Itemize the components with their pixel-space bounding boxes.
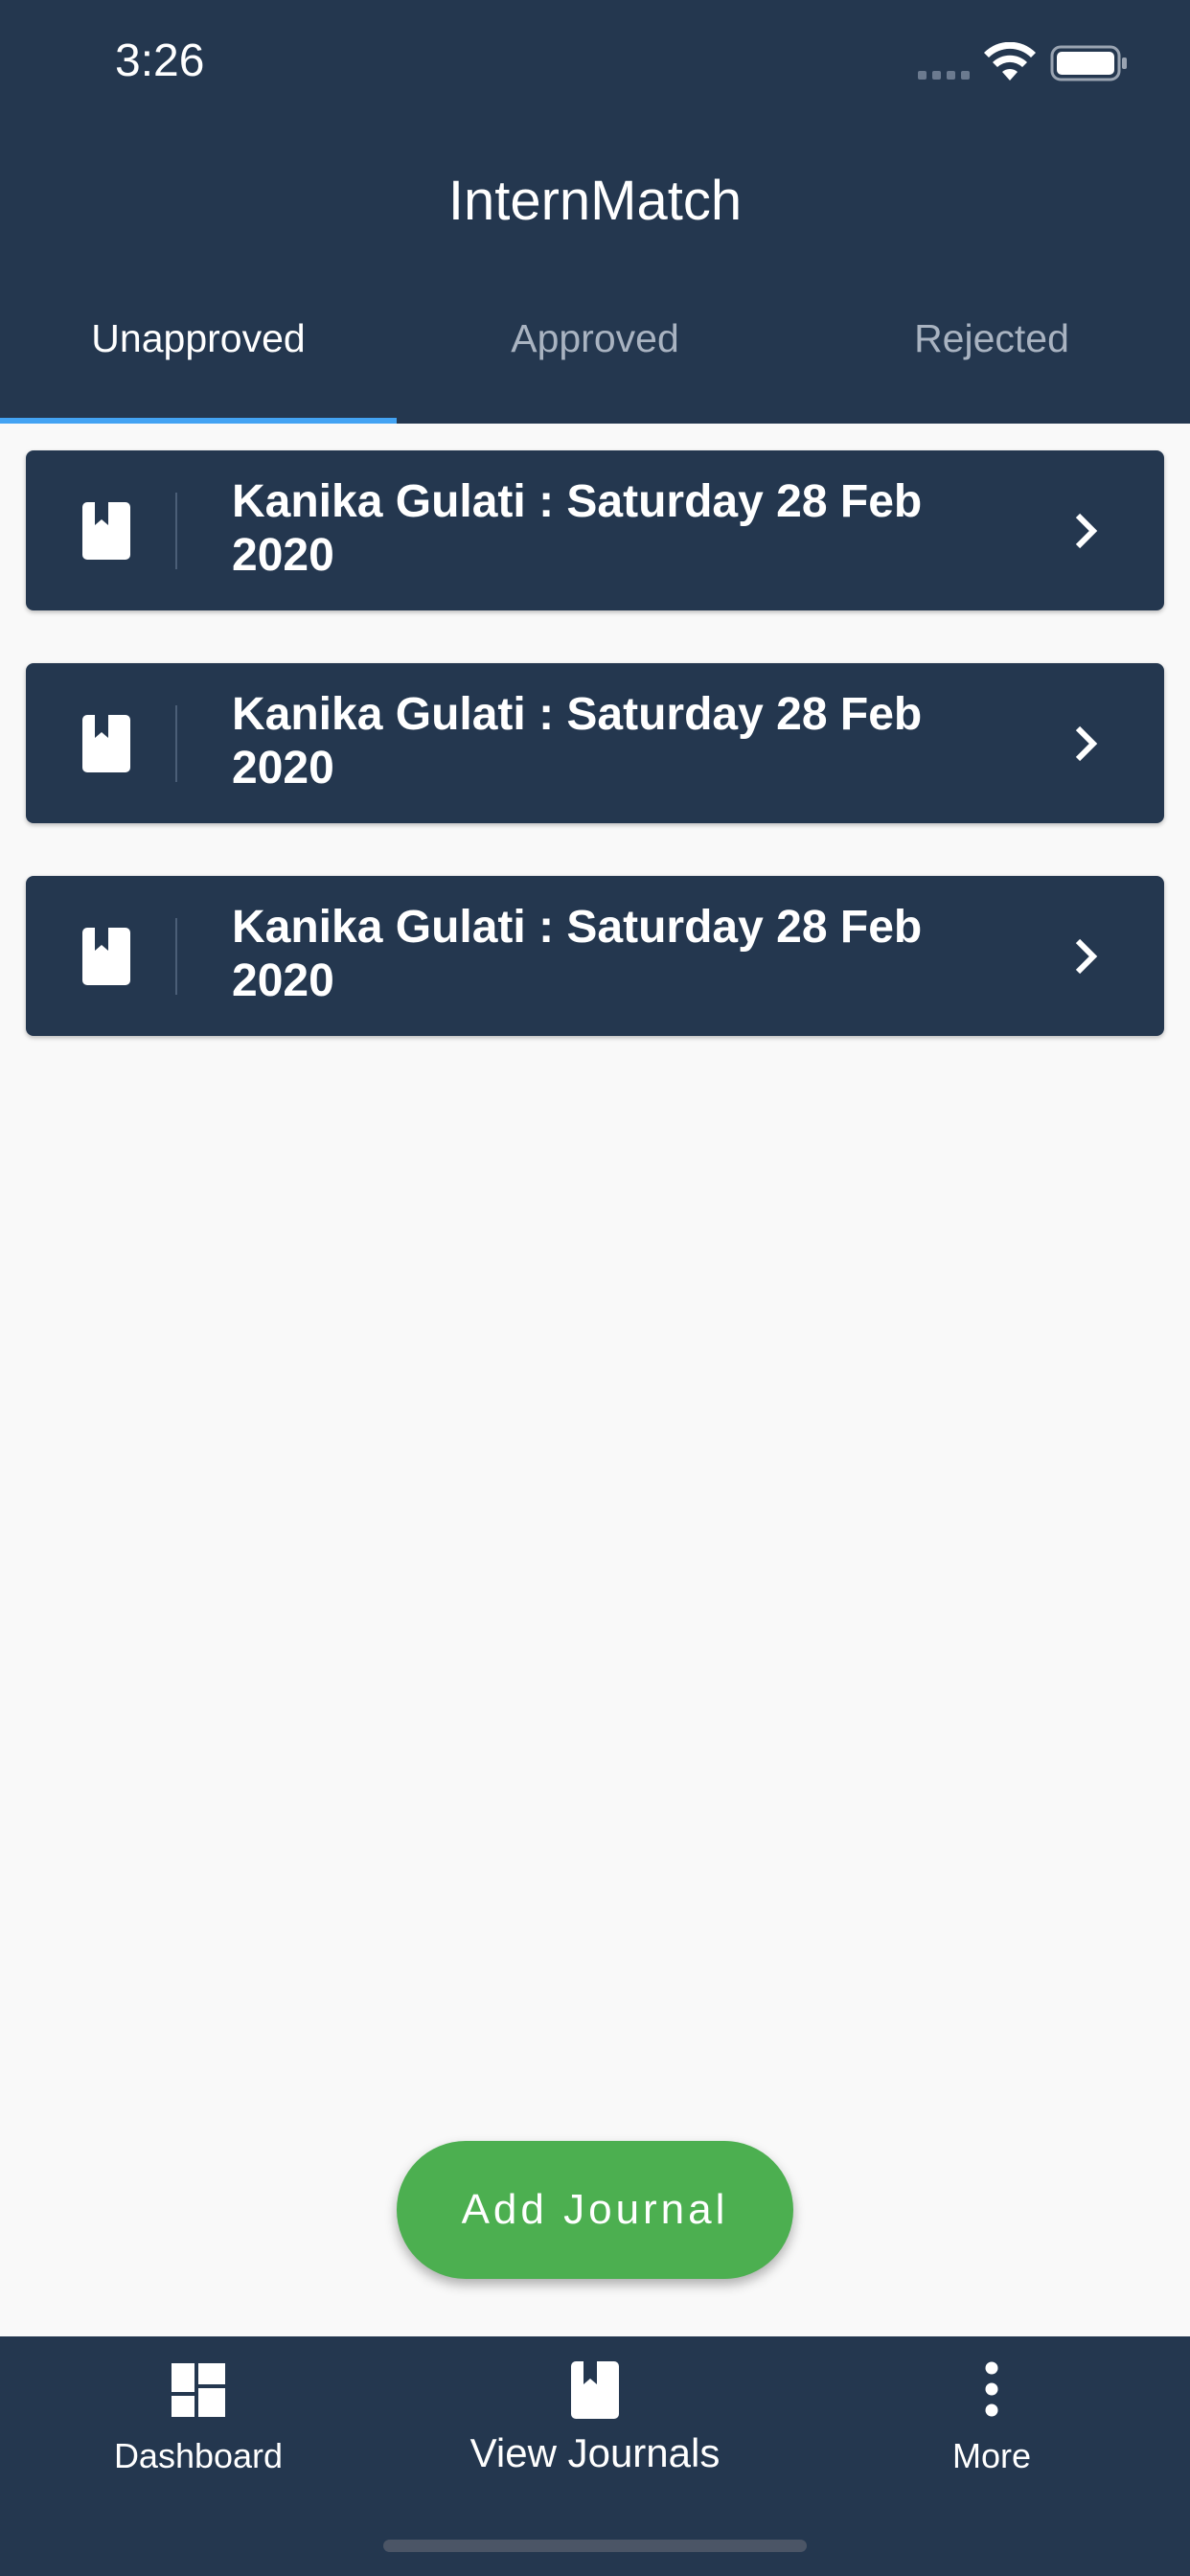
nav-label: View Journals <box>469 2430 721 2475</box>
home-indicator <box>383 2540 807 2552</box>
nav-label: Dashboard <box>113 2436 284 2475</box>
tab-rejected[interactable]: Rejected <box>793 316 1190 422</box>
journal-title: Kanika Gulati : Saturday 28 Feb 2020 <box>232 902 923 1006</box>
battery-icon <box>1050 45 1127 81</box>
add-journal-button[interactable]: Add Journal <box>397 2141 793 2279</box>
book-icon <box>82 715 130 772</box>
nav-dashboard[interactable]: Dashboard <box>0 2336 397 2528</box>
tab-approved[interactable]: Approved <box>397 316 793 422</box>
app-header: 3:26 InternMatch Unapproved Approved Rej… <box>0 0 1190 424</box>
chevron-right-icon <box>1075 938 1098 975</box>
book-icon <box>571 2361 619 2419</box>
nav-label: More <box>951 2436 1032 2475</box>
page-title: InternMatch <box>447 170 743 232</box>
book-icon <box>82 928 130 985</box>
journal-list-item[interactable]: Kanika Gulati : Saturday 28 Feb 2020 <box>26 450 1164 610</box>
journal-list-item[interactable]: Kanika Gulati : Saturday 28 Feb 2020 <box>26 663 1164 823</box>
tab-unapproved[interactable]: Unapproved <box>0 316 397 422</box>
card-divider <box>175 705 177 782</box>
card-divider <box>175 918 177 995</box>
journal-list-item[interactable]: Kanika Gulati : Saturday 28 Feb 2020 <box>26 876 1164 1036</box>
chevron-right-icon <box>1075 513 1098 549</box>
nav-view-journals[interactable]: View Journals <box>397 2336 793 2528</box>
more-vertical-icon <box>985 2361 998 2417</box>
book-icon <box>82 502 130 560</box>
card-divider <box>175 493 177 569</box>
status-time: 3:26 <box>115 35 205 86</box>
nav-more[interactable]: More <box>793 2336 1190 2528</box>
tab-active-indicator <box>0 418 397 424</box>
cellular-signal-icon <box>918 71 970 80</box>
journal-title: Kanika Gulati : Saturday 28 Feb 2020 <box>232 689 923 794</box>
journal-title: Kanika Gulati : Saturday 28 Feb 2020 <box>232 476 923 581</box>
chevron-right-icon <box>1075 725 1098 762</box>
wifi-icon <box>984 42 1036 80</box>
dashboard-icon <box>172 2363 225 2417</box>
